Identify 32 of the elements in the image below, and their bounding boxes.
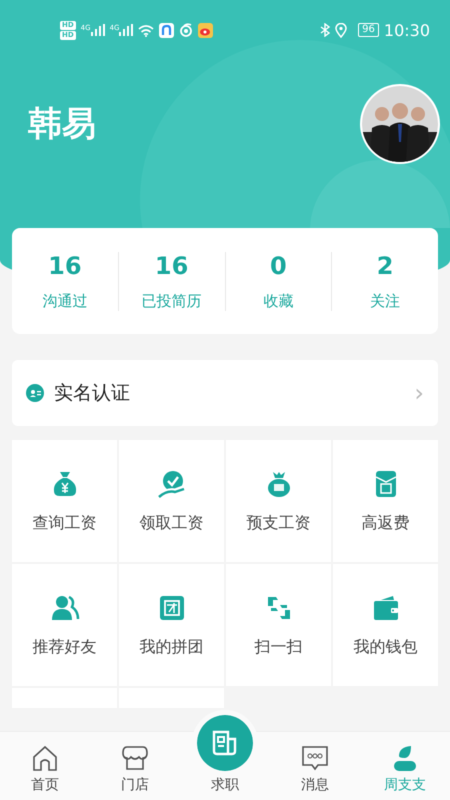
clock-time: 10:30: [384, 20, 430, 40]
message-icon: [301, 744, 329, 772]
tab-item[interactable]: 首页: [0, 732, 90, 800]
swirl-icon: [179, 23, 194, 37]
app-icon: [159, 22, 174, 38]
service-tile[interactable]: 查询工资: [12, 440, 117, 562]
app-icon: [198, 22, 214, 38]
home-icon: [31, 744, 59, 772]
tab-item[interactable]: 门店: [90, 732, 180, 800]
service-tile[interactable]: 我的拼团: [119, 564, 224, 686]
bluetooth-icon: [320, 23, 330, 37]
store-icon: [121, 744, 149, 772]
service-tile[interactable]: 推荐好友: [12, 564, 117, 686]
check-hand-icon: [156, 468, 186, 498]
verify-row[interactable]: 实名认证 ›: [12, 360, 438, 426]
service-tile[interactable]: 我的钱包: [333, 564, 438, 686]
service-tile[interactable]: 高返费: [333, 440, 438, 562]
service-tile[interactable]: 领取工资: [119, 440, 224, 562]
location-icon: [335, 22, 348, 38]
service-tile[interactable]: 预支工资: [226, 440, 331, 562]
signal-icon: [90, 24, 105, 36]
tab-item[interactable]: 求职: [180, 702, 270, 800]
chevron-icon: ›: [414, 379, 424, 407]
wifi-icon: [138, 24, 154, 36]
id-card-icon: [26, 384, 44, 402]
user-name: 韩易: [28, 103, 96, 146]
service-tile[interactable]: 扫一扫: [226, 564, 331, 686]
verify-label: 实名认证: [54, 381, 131, 406]
tab-item[interactable]: 消息: [270, 732, 360, 800]
person-icon: [391, 744, 419, 772]
signal-icon: [119, 24, 134, 36]
battery-indicator: 96: [358, 23, 379, 37]
